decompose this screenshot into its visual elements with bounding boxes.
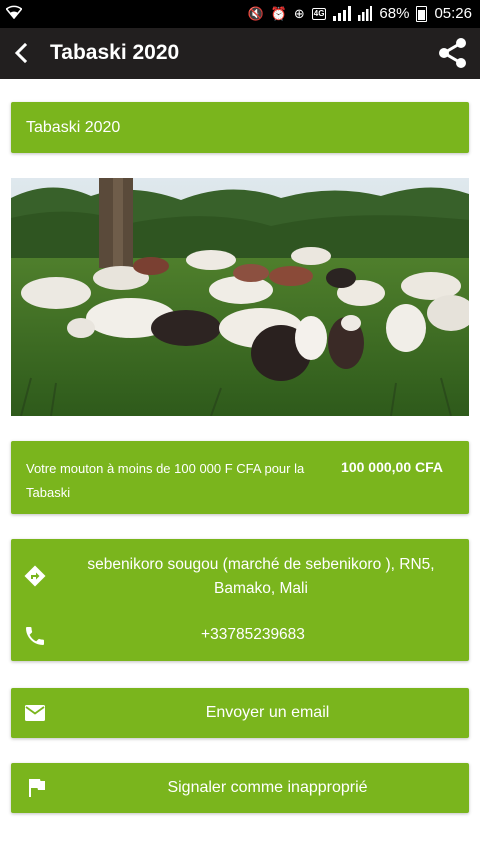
send-email-button[interactable]: Envoyer un email: [11, 688, 469, 738]
clock: 05:26: [434, 5, 472, 22]
status-bar: 🔇 ⏰ ⊕ 4G 68% 05:26: [0, 0, 480, 28]
address-link[interactable]: sebenikoro sougou (marché de sebenikoro …: [66, 553, 456, 601]
mute-icon: 🔇: [247, 5, 264, 21]
battery-icon: [416, 5, 428, 22]
listing-price: 100 000,00 CFA: [341, 459, 443, 475]
report-label: Signaler comme inapproprié: [167, 779, 368, 796]
email-icon: [25, 705, 45, 721]
directions-icon: [24, 565, 46, 587]
report-button[interactable]: Signaler comme inapproprié: [11, 763, 469, 813]
network-type-badge: 4G: [311, 7, 327, 20]
phone-icon: [26, 627, 44, 645]
battery-percent: 68%: [379, 5, 410, 22]
sheep-photo: [11, 178, 469, 416]
wifi-icon: [5, 5, 23, 23]
listing-title-card: Tabaski 2020: [11, 102, 469, 153]
phone-link[interactable]: +33785239683: [66, 626, 440, 644]
back-button[interactable]: [6, 37, 38, 69]
data-saver-icon: ⊕: [293, 5, 305, 21]
signal-icon: [333, 6, 352, 21]
flag-icon: [29, 779, 45, 797]
back-arrow-icon: [14, 42, 28, 64]
photo-gallery[interactable]: [11, 178, 469, 416]
share-button[interactable]: [436, 36, 470, 70]
price-card: Votre mouton à moins de 100 000 F CFA po…: [11, 441, 469, 514]
share-icon: [439, 38, 466, 68]
page-title: Tabaski 2020: [50, 41, 180, 64]
listing-title: Tabaski 2020: [26, 119, 121, 136]
app-bar: Tabaski 2020: [0, 28, 480, 79]
alarm-icon: ⏰: [270, 5, 287, 21]
contact-card: sebenikoro sougou (marché de sebenikoro …: [11, 539, 469, 661]
send-email-label: Envoyer un email: [205, 704, 330, 721]
listing-description: Votre mouton à moins de 100 000 F CFA po…: [26, 461, 305, 500]
signal-icon-2: [358, 6, 373, 21]
